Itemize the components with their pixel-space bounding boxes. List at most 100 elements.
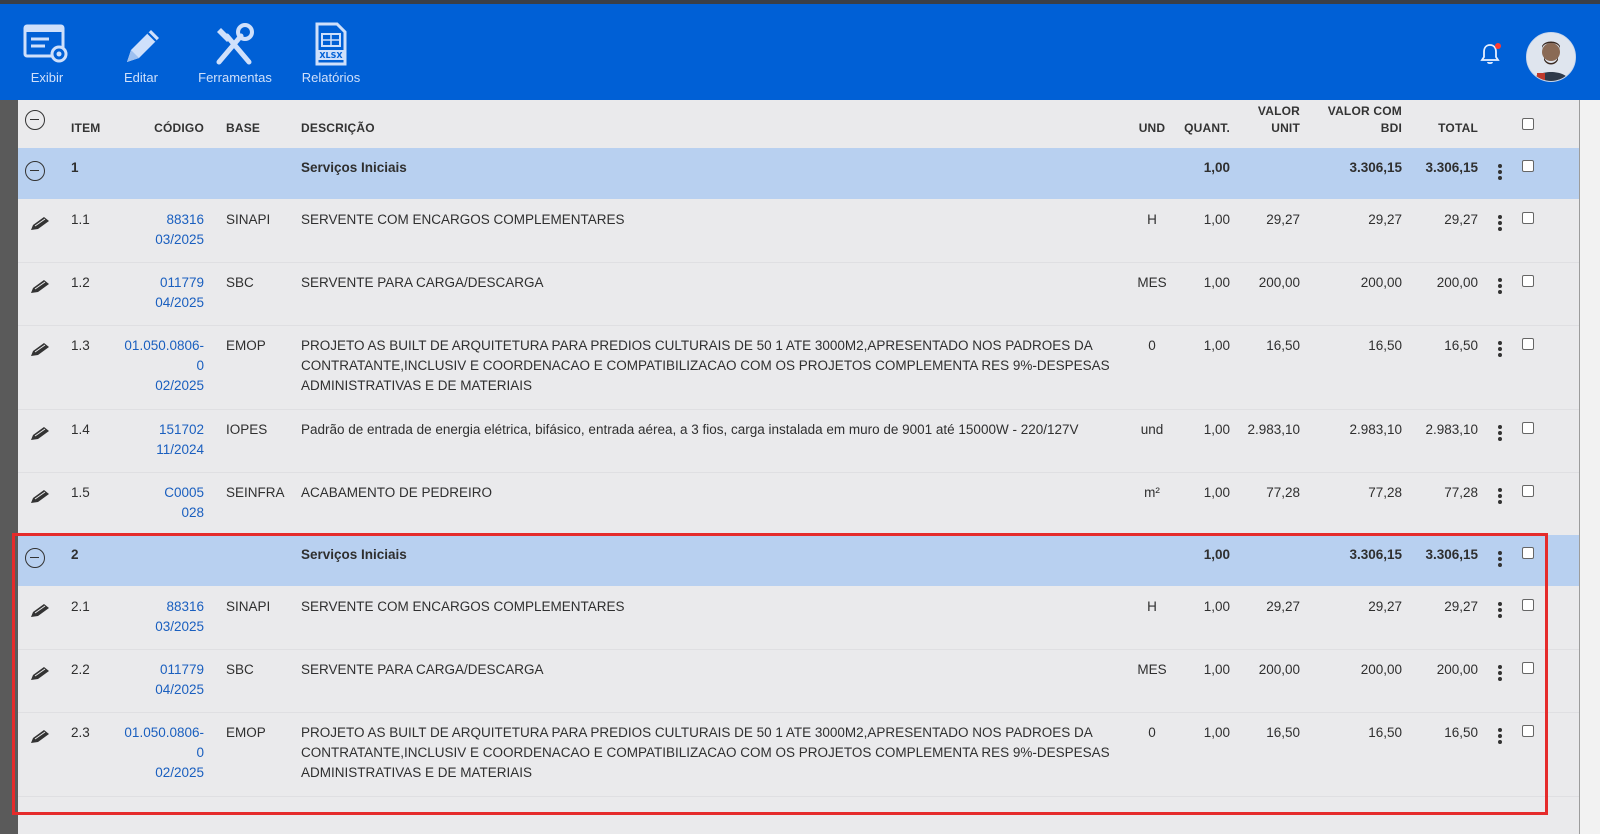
row-checkbox[interactable] — [1522, 338, 1534, 350]
row-descricao: SERVENTE PARA CARGA/DESCARGA — [301, 275, 544, 290]
row-codigo-link[interactable]: 01.050.0806- 0 02/2025 — [108, 336, 204, 396]
row-valor-bdi: 2.983,10 — [1349, 422, 1402, 437]
table-row: 2.3 01.050.0806- 0 02/2025 EMOP PROJETO AS… — [18, 712, 1580, 797]
group-menu-button[interactable] — [1497, 549, 1503, 569]
select-all-checkbox[interactable] — [1522, 118, 1534, 130]
edit-pencil-icon[interactable] — [29, 489, 51, 505]
col-valor-bdi-header-2: BDI — [1380, 121, 1402, 135]
group-valor-bdi: 3.306,15 — [1349, 160, 1402, 175]
table-row: 2.1 88316 03/2025 SINAPI SERVENTE COM ENC… — [18, 586, 1580, 650]
toolbar-editar-button[interactable]: Editar — [96, 22, 186, 85]
group-row: 2 Serviços Iniciais 1,00 3.306,15 3.306,… — [18, 535, 1580, 586]
toolbar-exibir-button[interactable]: Exibir — [2, 22, 92, 85]
row-valor-unit: 16,50 — [1266, 338, 1300, 353]
row-codigo-link[interactable]: 011779 04/2025 — [118, 273, 204, 313]
group-checkbox[interactable] — [1522, 160, 1534, 172]
row-menu-button[interactable] — [1497, 423, 1503, 443]
edit-pencil-icon[interactable] — [29, 342, 51, 358]
row-checkbox[interactable] — [1522, 212, 1534, 224]
row-valor-unit: 29,27 — [1266, 212, 1300, 227]
row-menu-button[interactable] — [1497, 600, 1503, 620]
toolbar-editar-label: Editar — [124, 70, 158, 85]
collapse-group-button[interactable] — [25, 548, 45, 568]
row-quant: 1,00 — [1203, 599, 1230, 614]
table-row: 1.1 88316 03/2025 SINAPI SERVENTE COM ENC… — [18, 199, 1580, 263]
row-menu-button[interactable] — [1497, 726, 1503, 746]
collapse-group-button[interactable] — [25, 161, 45, 181]
row-quant: 1,00 — [1203, 662, 1230, 677]
toolbar-relatorios-label: Relatórios — [301, 70, 361, 85]
group-menu-button[interactable] — [1497, 162, 1503, 182]
group-quant: 1,00 — [1203, 160, 1230, 175]
row-checkbox[interactable] — [1522, 275, 1534, 287]
row-item: 1.2 — [71, 275, 90, 290]
row-total: 200,00 — [1436, 275, 1478, 290]
budget-table: ITEM CÓDIGO BASE DESCRIÇÃO UND QUANT. VA… — [18, 100, 1580, 834]
user-avatar[interactable] — [1526, 32, 1576, 82]
notification-dot — [1495, 43, 1501, 49]
row-valor-bdi: 16,50 — [1368, 725, 1402, 740]
col-quant-header: QUANT. — [1184, 121, 1230, 135]
group-checkbox[interactable] — [1522, 547, 1534, 559]
table-row: 2.2 011779 04/2025 SBC SERVENTE PARA CARG… — [18, 649, 1580, 713]
row-base: SINAPI — [226, 212, 271, 227]
row-menu-button[interactable] — [1497, 213, 1503, 233]
notifications-button[interactable] — [1478, 42, 1502, 66]
row-total: 2.983,10 — [1425, 422, 1478, 437]
collapse-all-button[interactable] — [25, 110, 45, 130]
row-quant: 1,00 — [1203, 275, 1230, 290]
row-item: 1.4 — [71, 422, 90, 437]
group-total: 3.306,15 — [1425, 547, 1478, 562]
col-total-header: TOTAL — [1438, 121, 1478, 135]
row-codigo-link[interactable]: 011779 04/2025 — [118, 660, 204, 700]
pencil-icon — [127, 30, 159, 62]
row-base: EMOP — [226, 725, 266, 740]
row-valor-unit: 200,00 — [1258, 662, 1300, 677]
row-total: 16,50 — [1444, 338, 1478, 353]
edit-pencil-icon[interactable] — [29, 279, 51, 295]
row-valor-unit: 16,50 — [1266, 725, 1300, 740]
row-item: 2.1 — [71, 599, 90, 614]
row-valor-bdi: 29,27 — [1368, 212, 1402, 227]
main-toolbar: Exibir Editar Ferramentas XLSX Relatório… — [0, 4, 1600, 100]
row-menu-button[interactable] — [1497, 486, 1503, 506]
row-codigo-link[interactable]: C0005 028 — [118, 483, 204, 523]
row-valor-unit: 2.983,10 — [1247, 422, 1300, 437]
row-checkbox[interactable] — [1522, 485, 1534, 497]
row-codigo-link[interactable]: 01.050.0806- 0 02/2025 — [108, 723, 204, 783]
row-base: SBC — [226, 662, 254, 677]
row-valor-bdi: 29,27 — [1368, 599, 1402, 614]
row-valor-bdi: 16,50 — [1368, 338, 1402, 353]
row-item: 1.3 — [71, 338, 90, 353]
row-checkbox[interactable] — [1522, 725, 1534, 737]
edit-pencil-icon[interactable] — [29, 426, 51, 442]
table-row: 1.4 151702 11/2024 IOPES Padrão de entrad… — [18, 409, 1580, 473]
toolbar-ferramentas-button[interactable]: Ferramentas — [190, 22, 280, 85]
edit-pencil-icon[interactable] — [29, 216, 51, 232]
edit-pencil-icon[interactable] — [29, 666, 51, 682]
row-checkbox[interactable] — [1522, 599, 1534, 611]
row-base: IOPES — [226, 422, 268, 437]
toolbar-relatorios-button[interactable]: XLSX Relatórios — [286, 22, 376, 85]
row-valor-unit: 29,27 — [1266, 599, 1300, 614]
row-valor-unit: 77,28 — [1266, 485, 1300, 500]
row-menu-button[interactable] — [1497, 339, 1503, 359]
row-codigo-link[interactable]: 151702 11/2024 — [118, 420, 204, 460]
row-valor-bdi: 77,28 — [1368, 485, 1402, 500]
row-codigo-link[interactable]: 88316 03/2025 — [118, 597, 204, 637]
row-descricao: PROJETO AS BUILT DE ARQUITETURA PARA PRE… — [301, 338, 1110, 393]
row-descricao: PROJETO AS BUILT DE ARQUITETURA PARA PRE… — [301, 725, 1110, 780]
row-total: 16,50 — [1444, 725, 1478, 740]
edit-pencil-icon[interactable] — [29, 729, 51, 745]
row-checkbox[interactable] — [1522, 662, 1534, 674]
edit-pencil-icon[interactable] — [29, 603, 51, 619]
col-descricao-header: DESCRIÇÃO — [301, 121, 375, 135]
svg-text:XLSX: XLSX — [319, 51, 343, 60]
row-checkbox[interactable] — [1522, 422, 1534, 434]
row-codigo-link[interactable]: 88316 03/2025 — [118, 210, 204, 250]
row-valor-bdi: 200,00 — [1360, 662, 1402, 677]
row-menu-button[interactable] — [1497, 276, 1503, 296]
row-menu-button[interactable] — [1497, 663, 1503, 683]
col-item-header: ITEM — [71, 121, 101, 135]
row-valor-unit: 200,00 — [1258, 275, 1300, 290]
